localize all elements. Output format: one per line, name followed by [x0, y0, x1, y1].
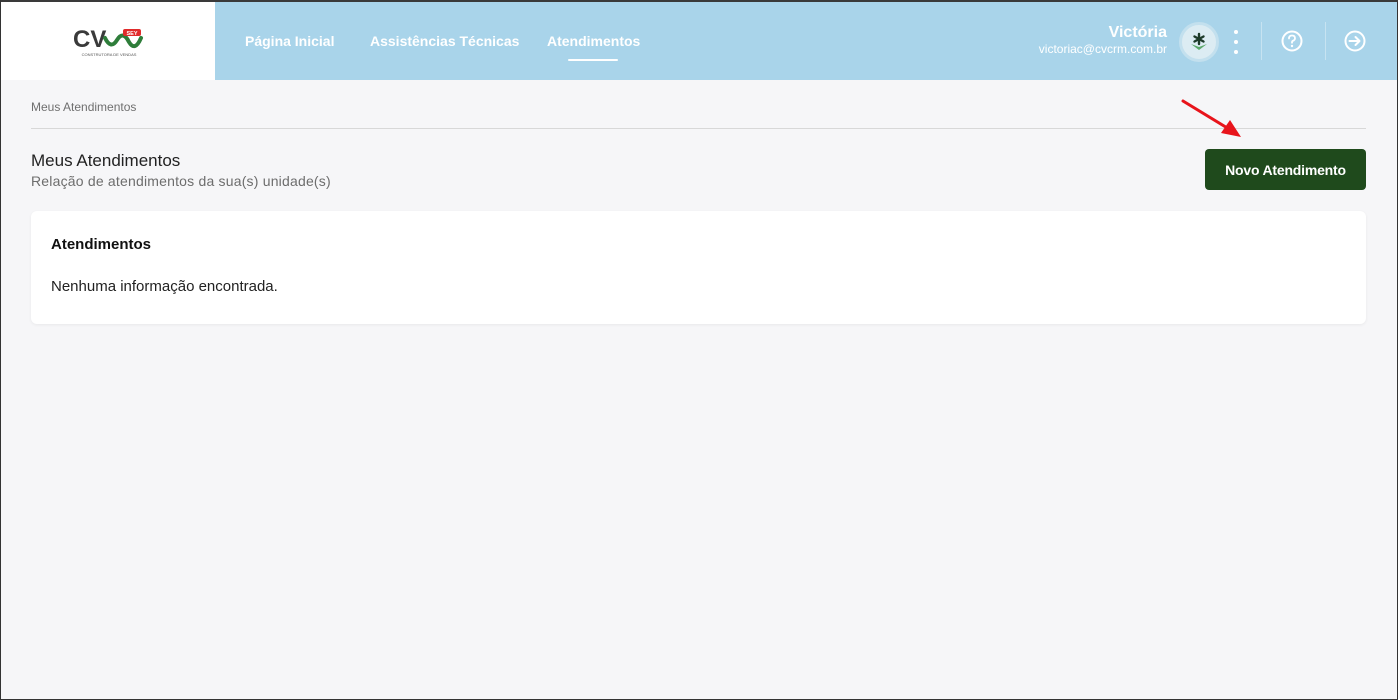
active-nav-indicator	[568, 59, 618, 61]
user-avatar[interactable]	[1179, 22, 1219, 62]
nav-pagina-inicial[interactable]: Página Inicial	[245, 33, 334, 49]
user-name: Victória	[1108, 24, 1167, 41]
header-divider	[1261, 22, 1262, 60]
company-logo: CV SEY CONSTRUTORA DE VENDAS	[73, 26, 143, 57]
asterisk-leaf-icon	[1191, 32, 1207, 50]
new-atendimento-button[interactable]: Novo Atendimento	[1205, 149, 1366, 190]
breadcrumb[interactable]: Meus Atendimentos	[31, 100, 136, 114]
kebab-menu-icon[interactable]	[1229, 28, 1243, 56]
logo-area[interactable]: CV SEY CONSTRUTORA DE VENDAS	[1, 2, 215, 80]
user-email: victoriac@cvcrm.com.br	[1038, 42, 1167, 56]
page-title: Meus Atendimentos	[31, 151, 181, 170]
atendimentos-card: Atendimentos Nenhuma informação encontra…	[31, 211, 1366, 324]
logout-icon[interactable]	[1344, 30, 1366, 52]
svg-text:CONSTRUTORA DE VENDAS: CONSTRUTORA DE VENDAS	[82, 52, 137, 57]
page-subtitle: Relação de atendimentos da sua(s) unidad…	[31, 173, 331, 189]
header-divider	[1325, 22, 1326, 60]
nav-atendimentos[interactable]: Atendimentos	[547, 33, 640, 49]
empty-state-message: Nenhuma informação encontrada.	[51, 278, 278, 295]
nav-assistencias-tecnicas[interactable]: Assistências Técnicas	[370, 33, 519, 49]
svg-text:SEY: SEY	[126, 31, 137, 37]
breadcrumb-divider	[31, 128, 1366, 129]
card-title: Atendimentos	[51, 236, 152, 253]
help-circle-icon[interactable]	[1281, 30, 1303, 52]
top-navbar: CV SEY CONSTRUTORA DE VENDAS Página Inic…	[1, 2, 1397, 80]
annotation-arrow-icon	[1181, 99, 1241, 137]
svg-text:CV: CV	[73, 26, 106, 53]
